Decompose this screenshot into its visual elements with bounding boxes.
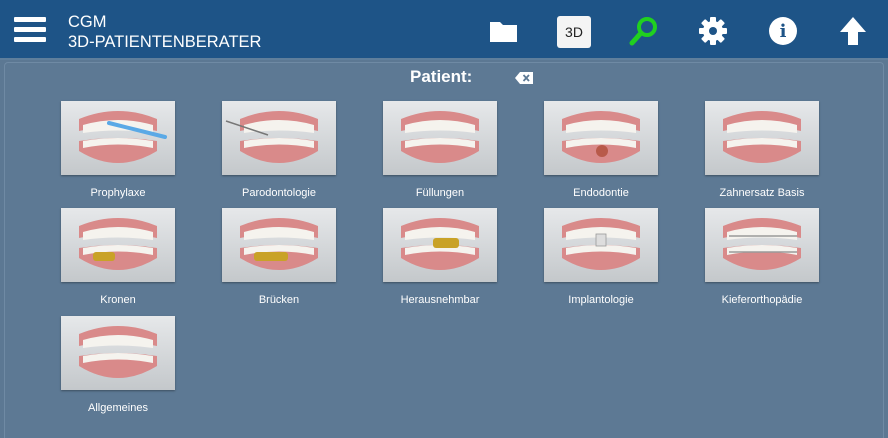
topic-tile[interactable]: Endodontie — [526, 101, 676, 206]
gear-icon[interactable] — [696, 14, 730, 48]
app-title: CGM 3D-PATIENTENBERATER — [68, 12, 261, 52]
parodontologie-thumbnail[interactable] — [222, 101, 336, 175]
topic-tile[interactable]: Implantologie — [526, 208, 676, 313]
zahnersatz-thumbnail[interactable] — [705, 101, 819, 175]
topic-tile-label: Parodontologie — [241, 187, 316, 199]
app-title-line1: CGM — [68, 13, 107, 31]
bruecken-thumbnail[interactable] — [222, 208, 336, 282]
topic-tile[interactable]: Prophylaxe — [43, 101, 193, 206]
top-toolbar: CGM 3D-PATIENTENBERATER 3D i — [0, 0, 888, 60]
kronen-thumbnail[interactable] — [61, 208, 175, 282]
patient-label: Patient: — [410, 67, 473, 86]
info-icon[interactable]: i — [766, 14, 800, 48]
topic-panel: Patient: Prophylaxe Parodontologie Füllung… — [4, 62, 884, 438]
herausnehmbar-thumbnail[interactable] — [383, 208, 497, 282]
open-folder-icon[interactable] — [487, 14, 521, 48]
3d-view-button-label: 3D — [565, 24, 583, 40]
topic-tile-label: Implantologie — [568, 294, 634, 306]
topic-tile-label: Allgemeines — [88, 402, 148, 414]
topic-tile-label: Kronen — [100, 294, 136, 306]
search-icon[interactable] — [627, 14, 661, 48]
topic-tile-label: Zahnersatz Basis — [719, 187, 805, 199]
kieferorthopaedie-thumbnail[interactable] — [705, 208, 819, 282]
prophylaxe-thumbnail[interactable] — [61, 101, 175, 175]
3d-view-button[interactable]: 3D — [557, 16, 591, 48]
topic-tile-label: Füllungen — [415, 187, 465, 199]
hamburger-menu-icon[interactable] — [14, 17, 46, 45]
topic-tile[interactable]: Parodontologie — [204, 101, 354, 206]
topic-tile-label: Prophylaxe — [90, 187, 146, 199]
topic-tile[interactable]: Füllungen — [365, 101, 515, 206]
topic-tile[interactable]: Zahnersatz Basis — [687, 101, 837, 206]
topic-tile-label: Herausnehmbar — [400, 294, 480, 306]
fuellungen-thumbnail[interactable] — [383, 101, 497, 175]
topic-tile[interactable]: Kieferorthopädie — [687, 208, 837, 313]
endodontie-thumbnail[interactable] — [544, 101, 658, 175]
topic-tile[interactable]: Kronen — [43, 208, 193, 313]
topic-tile[interactable]: Brücken — [204, 208, 354, 313]
implantologie-thumbnail[interactable] — [544, 208, 658, 282]
topic-tile-label: Brücken — [258, 294, 300, 306]
topic-tile-label: Endodontie — [573, 187, 629, 199]
topic-tile[interactable]: Herausnehmbar — [365, 208, 515, 313]
topic-tile-label: Kieferorthopädie — [721, 294, 803, 306]
topic-tile[interactable]: Allgemeines — [43, 316, 193, 421]
clear-patient-icon[interactable] — [515, 71, 533, 84]
app-title-line2: 3D-PATIENTENBERATER — [68, 33, 262, 51]
upload-arrow-icon[interactable] — [836, 14, 870, 48]
allgemeines-thumbnail[interactable] — [61, 316, 175, 390]
